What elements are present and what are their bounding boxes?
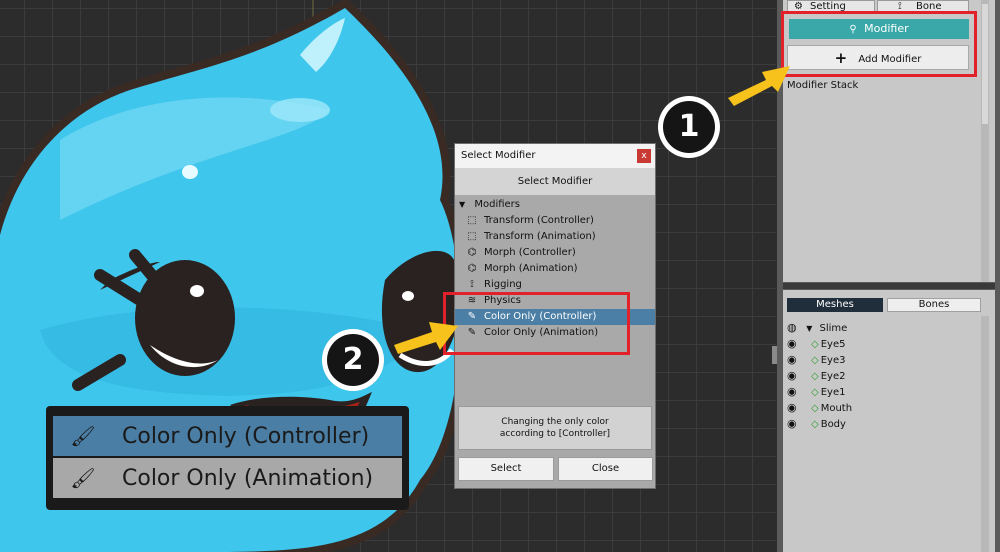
screenshot-stage: ⚙ Setting ⟟ Bone ⚲ Modifier + Add Modifi… [0, 0, 1000, 552]
callout-step-2: 2 [322, 329, 384, 391]
zoom-row-1-label: Color Only (Controller) [122, 424, 370, 449]
zoom-row-color-only-animation: 🖌 Color Only (Animation) [53, 458, 402, 498]
zoom-row-2-label: Color Only (Animation) [122, 466, 374, 491]
callout-step-1-number: 1 [663, 101, 715, 153]
callout-step-1: 1 [658, 96, 720, 158]
color-brush-icon: 🖌 [70, 424, 96, 448]
color-brush-icon: 🖌 [70, 466, 96, 490]
arrow-to-color-only [394, 322, 458, 354]
zoom-row-color-only-controller: 🖌 Color Only (Controller) [53, 416, 402, 456]
zoom-inset: 🖌 Color Only (Controller) 🖌 Color Only (… [46, 406, 409, 510]
callout-step-2-number: 2 [327, 334, 379, 386]
arrow-to-add-modifier [728, 66, 790, 106]
